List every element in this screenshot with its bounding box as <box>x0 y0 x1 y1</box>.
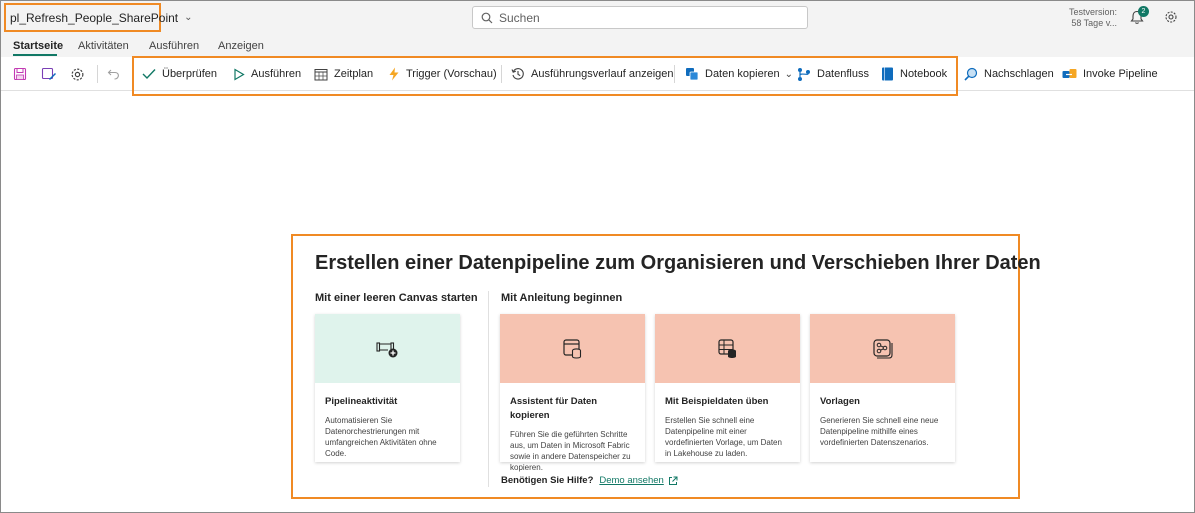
undo-button[interactable] <box>107 57 127 91</box>
settings-button[interactable] <box>70 57 91 91</box>
card-description: Erstellen Sie schnell eine Datenpipeline… <box>665 416 782 458</box>
create-pipeline-panel: Erstellen einer Datenpipeline zum Organi… <box>291 234 1041 499</box>
copy-data-label: Daten kopieren <box>705 68 780 80</box>
copy-data-icon <box>686 68 699 81</box>
pipeline-activity-icon <box>375 341 397 357</box>
card-header <box>315 314 460 383</box>
lightning-icon <box>389 67 399 81</box>
help-row: Benötigen Sie Hilfe? Demo ansehen <box>501 475 678 486</box>
active-tab-indicator <box>13 54 57 56</box>
guided-heading: Mit Anleitung beginnen <box>501 292 623 304</box>
sample-data-icon <box>717 338 736 358</box>
undo-icon <box>107 69 119 80</box>
help-question: Benötigen Sie Hilfe? <box>501 475 594 486</box>
search-icon <box>481 12 493 23</box>
pipeline-name: pl_Refresh_People_SharePoint <box>10 10 179 25</box>
schedule-label: Zeitplan <box>334 68 374 80</box>
settings-gear-icon <box>71 68 84 80</box>
chevron-down-icon: ⌄ <box>784 68 793 80</box>
save-button[interactable] <box>13 57 33 91</box>
tab-startseite[interactable]: Startseite <box>13 40 63 52</box>
external-link-icon[interactable] <box>668 476 678 486</box>
validate-button[interactable]: Überprüfen <box>142 57 217 91</box>
sample-data-card[interactable]: Mit Beispieldaten üben Erstellen Sie sch… <box>655 314 800 462</box>
pipeline-name-dropdown[interactable]: pl_Refresh_People_SharePoint ⌄ <box>4 3 193 32</box>
run-history-label: Ausführungsverlauf anzeigen <box>531 68 674 80</box>
section-divider <box>488 291 489 487</box>
search-placeholder: Suchen <box>499 10 540 25</box>
trial-label: Testversion: <box>1069 7 1118 17</box>
lookup-label: Nachschlagen <box>984 68 1054 80</box>
gear-icon[interactable] <box>1164 10 1178 24</box>
templates-icon <box>872 338 893 359</box>
card-description: Generieren Sie schnell eine neue Datenpi… <box>820 416 939 447</box>
demo-link[interactable]: Demo ansehen <box>599 475 663 486</box>
page-title: Erstellen einer Datenpipeline zum Organi… <box>315 252 1041 274</box>
top-bar: pl_Refresh_People_SharePoint ⌄ Suchen Te… <box>1 1 1194 35</box>
trial-days: 58 Tage v... <box>1071 18 1118 28</box>
save-as-icon <box>41 67 56 80</box>
ribbon-tabs: Startseite Aktivitäten Ausführen Anzeige… <box>1 35 1194 57</box>
chevron-down-icon: ⌄ <box>184 12 193 23</box>
copy-data-dropdown[interactable]: Daten kopieren ⌄ <box>685 57 793 91</box>
pipeline-activity-card[interactable]: Pipelineaktivität Automatisieren Sie Dat… <box>315 314 460 462</box>
invoke-pipeline-label: Invoke Pipeline <box>1083 68 1158 80</box>
copy-data-assistant-card[interactable]: Assistent für Daten kopieren Führen Sie … <box>500 314 645 472</box>
view-run-history-button[interactable]: Ausführungsverlauf anzeigen <box>511 57 673 91</box>
checkmark-icon <box>142 69 156 80</box>
validate-label: Überprüfen <box>162 68 218 80</box>
invoke-pipeline-button[interactable]: Invoke Pipeline <box>1062 57 1158 91</box>
card-title: Mit Beispieldaten üben <box>665 396 769 407</box>
trial-status[interactable]: Testversion: 58 Tage v... <box>1069 7 1117 29</box>
card-header <box>655 314 800 383</box>
search-box[interactable]: Suchen <box>472 6 808 29</box>
card-title: Vorlagen <box>820 396 860 407</box>
calendar-icon <box>314 68 328 80</box>
card-header <box>500 314 645 383</box>
toolbar-divider <box>501 65 502 83</box>
ribbon-toolbar: Überprüfen Ausführen Zeitplan Trigger (V… <box>1 57 1194 91</box>
card-description: Führen Sie die geführten Schritte aus, u… <box>510 430 631 472</box>
tab-anzeigen[interactable]: Anzeigen <box>218 40 264 52</box>
notebook-icon <box>882 67 893 81</box>
notification-badge: 2 <box>1138 6 1149 17</box>
card-header <box>810 314 955 383</box>
notebook-label: Notebook <box>900 68 948 80</box>
dataflow-icon <box>798 67 810 81</box>
templates-card[interactable]: Vorlagen Generieren Sie schnell eine neu… <box>810 314 955 462</box>
tab-ausfuehren[interactable]: Ausführen <box>149 40 199 52</box>
dataflow-label: Datenfluss <box>817 68 869 80</box>
history-icon <box>511 68 524 80</box>
play-icon <box>234 67 245 81</box>
save-icon <box>13 67 27 81</box>
run-label: Ausführen <box>251 68 302 80</box>
tab-aktivitaeten[interactable]: Aktivitäten <box>78 40 129 52</box>
card-description: Automatisieren Sie Datenorchestrierungen… <box>325 416 437 458</box>
lookup-icon <box>964 67 978 81</box>
schedule-button[interactable]: Zeitplan <box>314 57 373 91</box>
empty-canvas-heading: Mit einer leeren Canvas starten <box>315 292 478 304</box>
trigger-button[interactable]: Trigger (Vorschau) <box>388 57 497 91</box>
invoke-pipeline-icon <box>1062 68 1077 78</box>
lookup-button[interactable]: Nachschlagen <box>964 57 1054 91</box>
copy-assistant-icon <box>562 338 581 359</box>
run-button[interactable]: Ausführen <box>233 57 301 91</box>
save-as-button[interactable] <box>41 57 63 91</box>
notebook-button[interactable]: Notebook <box>881 57 947 91</box>
card-title: Assistent für Daten kopieren <box>510 396 598 421</box>
trigger-label: Trigger (Vorschau) <box>406 68 497 80</box>
dataflow-button[interactable]: Datenfluss <box>797 57 869 91</box>
toolbar-divider <box>97 65 98 83</box>
card-title: Pipelineaktivität <box>325 396 398 407</box>
toolbar-divider <box>674 65 675 83</box>
